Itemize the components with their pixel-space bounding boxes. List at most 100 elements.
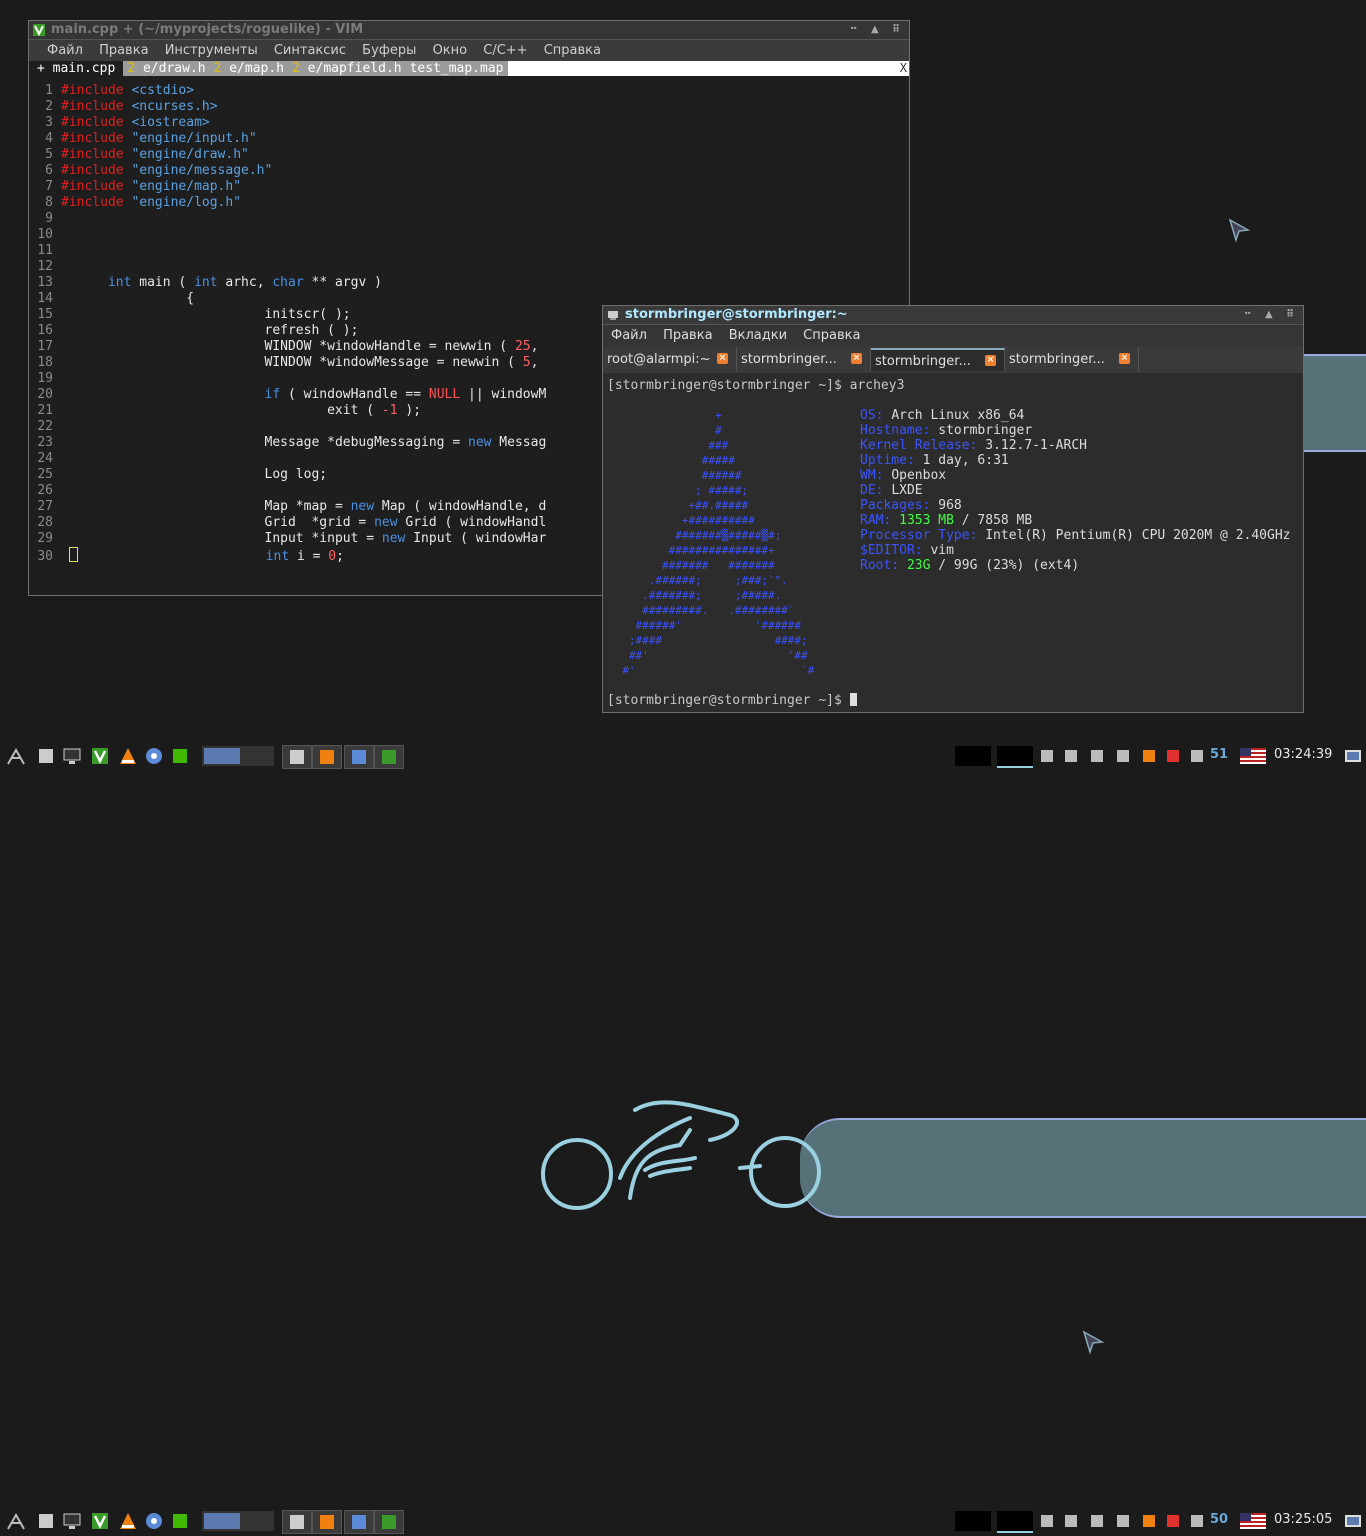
task-terminal-button[interactable] bbox=[282, 745, 312, 769]
volume-icon[interactable] bbox=[1188, 747, 1206, 765]
task-chromium-button[interactable] bbox=[344, 1510, 374, 1534]
menu-edit[interactable]: Правка bbox=[93, 40, 154, 61]
windows-icon[interactable] bbox=[1114, 747, 1132, 765]
us-flag-icon[interactable] bbox=[1240, 1513, 1266, 1529]
qt-creator-icon[interactable] bbox=[170, 746, 190, 766]
terminal-output[interactable]: [stormbringer@stormbringer ~]$ archey3 +… bbox=[603, 376, 1303, 712]
terminal-window[interactable]: stormbringer@stormbringer:~ ⠒ ▲ ⠿ Файл П… bbox=[602, 305, 1304, 713]
terminal-menubar: Файл Правка Вкладки Справка bbox=[603, 325, 1303, 346]
task-vlc-button[interactable] bbox=[312, 1510, 342, 1534]
desktop-pager[interactable] bbox=[202, 1511, 274, 1531]
power-icon[interactable] bbox=[1164, 747, 1182, 765]
terminal-tab-2[interactable]: stormbringer... × bbox=[737, 348, 871, 371]
close-tab-icon[interactable]: × bbox=[1119, 353, 1130, 364]
show-desktop-icon[interactable] bbox=[1344, 747, 1362, 765]
vim-tab-test-map[interactable]: test_map.map bbox=[405, 61, 508, 76]
code-line: 21 exit ( -1 ); bbox=[37, 403, 422, 418]
menu-edit[interactable]: Правка bbox=[657, 325, 718, 346]
network-icon[interactable] bbox=[1038, 1512, 1056, 1530]
archey-info-row: Processor Type: Intel(R) Pentium(R) CPU … bbox=[860, 528, 1291, 543]
menu-file[interactable]: Файл bbox=[605, 325, 653, 346]
mem-monitor bbox=[997, 1511, 1033, 1533]
terminal-tab-4[interactable]: stormbringer... × bbox=[1005, 348, 1139, 371]
show-desktop-icon[interactable] bbox=[1344, 1512, 1362, 1530]
task-vim-button[interactable] bbox=[374, 745, 404, 769]
vim-tab-mapfield-h[interactable]: 2 e/mapfield.h bbox=[288, 61, 406, 76]
qt-creator-icon[interactable] bbox=[170, 1511, 190, 1531]
menu-file[interactable]: Файл bbox=[41, 40, 89, 61]
vim-menubar: Файл Правка Инструменты Синтаксис Буферы… bbox=[29, 40, 909, 61]
windows-icon[interactable] bbox=[1114, 1512, 1132, 1530]
code-line: 22 bbox=[37, 419, 53, 434]
chromium-icon[interactable] bbox=[144, 746, 164, 766]
window-controls[interactable]: ⠒ ▲ ⠿ bbox=[1244, 306, 1299, 324]
arch-ascii-logo: + # ### ##### ###### ; #####; +##.##### … bbox=[622, 409, 815, 677]
power-icon[interactable] bbox=[1164, 1512, 1182, 1530]
taskbar-panel-bottom: 50 03:25:05 bbox=[0, 1507, 1366, 1535]
desktop-icon[interactable] bbox=[62, 1511, 82, 1531]
task-chromium-button[interactable] bbox=[344, 745, 374, 769]
archey-info-row: OS: Arch Linux x86_64 bbox=[860, 408, 1025, 423]
code-line: 3 #include <iostream> bbox=[45, 115, 210, 130]
vim-tab-close-button[interactable]: X bbox=[900, 61, 907, 76]
close-tab-icon[interactable]: × bbox=[851, 353, 862, 364]
file-manager-icon[interactable] bbox=[36, 1511, 56, 1531]
menu-window[interactable]: Окно bbox=[427, 40, 474, 61]
vlc-tray-icon[interactable] bbox=[1140, 1512, 1158, 1530]
clock[interactable]: 03:25:05 bbox=[1274, 1512, 1332, 1527]
code-line: 27 Map *map = new Map ( windowHandle, d bbox=[37, 499, 547, 514]
menu-buffers[interactable]: Буферы bbox=[356, 40, 422, 61]
terminal-tab-3[interactable]: stormbringer... × bbox=[871, 348, 1005, 371]
volume-icon[interactable] bbox=[1188, 1512, 1206, 1530]
text-cursor bbox=[68, 547, 78, 562]
archey-info-row: Kernel Release: 3.12.7-1-ARCH bbox=[860, 438, 1087, 453]
menu-syntax[interactable]: Синтаксис bbox=[268, 40, 352, 61]
vlc-icon[interactable] bbox=[118, 1511, 138, 1531]
code-line: 26 bbox=[37, 483, 53, 498]
lxde-menu-icon[interactable] bbox=[6, 1511, 26, 1531]
menu-tabs[interactable]: Вкладки bbox=[723, 325, 793, 346]
us-flag-icon[interactable] bbox=[1240, 748, 1266, 764]
clipboard-icon[interactable] bbox=[1088, 1512, 1106, 1530]
vim-tab-draw-h[interactable]: 2 e/draw.h bbox=[123, 61, 210, 76]
vlc-tray-icon[interactable] bbox=[1140, 747, 1158, 765]
network-icon[interactable] bbox=[1062, 747, 1080, 765]
terminal-prompt-line: [stormbringer@stormbringer ~]$ bbox=[607, 693, 857, 708]
vim-icon[interactable] bbox=[90, 1511, 110, 1531]
vlc-icon[interactable] bbox=[118, 746, 138, 766]
menu-help[interactable]: Справка bbox=[797, 325, 866, 346]
lxde-menu-icon[interactable] bbox=[6, 746, 26, 766]
task-terminal-button[interactable] bbox=[282, 1510, 312, 1534]
vim-icon[interactable] bbox=[90, 746, 110, 766]
task-vlc-button[interactable] bbox=[312, 745, 342, 769]
vim-tab-main-cpp[interactable]: + main.cpp bbox=[29, 61, 124, 76]
window-controls[interactable]: ⠒ ▲ ⠿ bbox=[850, 21, 905, 39]
menu-help[interactable]: Справка bbox=[538, 40, 607, 61]
vim-code-buffer[interactable]: 1 #include <cstdio> 2 #include <ncurses.h> 3… bbox=[29, 83, 546, 565]
clock[interactable]: 03:24:39 bbox=[1274, 747, 1332, 762]
terminal-titlebar[interactable]: stormbringer@stormbringer:~ ⠒ ▲ ⠿ bbox=[603, 306, 1303, 325]
menu-tools[interactable]: Инструменты bbox=[159, 40, 264, 61]
archey-info-row: Hostname: stormbringer bbox=[860, 423, 1033, 438]
network-icon[interactable] bbox=[1038, 747, 1056, 765]
archey-info-row: Root: 23G / 99G (23%) (ext4) bbox=[860, 558, 1080, 573]
vim-tab-map-h[interactable]: 2 e/map.h bbox=[209, 61, 289, 76]
chromium-icon[interactable] bbox=[144, 1511, 164, 1531]
mouse-cursor-icon bbox=[1228, 218, 1251, 243]
code-line: 17 WINDOW *windowHandle = newwin ( 25, bbox=[37, 339, 539, 354]
menu-cpp[interactable]: C/C++ bbox=[477, 40, 533, 61]
terminal-icon bbox=[608, 311, 618, 320]
close-tab-icon[interactable]: × bbox=[985, 355, 996, 366]
desktop-pager[interactable] bbox=[202, 746, 274, 766]
mem-monitor bbox=[997, 746, 1033, 768]
vim-titlebar[interactable]: main.cpp + (~/myprojects/roguelike) - VI… bbox=[29, 21, 909, 40]
close-tab-icon[interactable]: × bbox=[717, 353, 728, 364]
desktop-icon[interactable] bbox=[62, 746, 82, 766]
terminal-tab-1[interactable]: root@alarmpi:~ × bbox=[603, 348, 737, 371]
network-icon[interactable] bbox=[1062, 1512, 1080, 1530]
clipboard-icon[interactable] bbox=[1088, 747, 1106, 765]
vim-icon bbox=[33, 24, 45, 36]
code-line: 10 bbox=[37, 227, 53, 242]
file-manager-icon[interactable] bbox=[36, 746, 56, 766]
task-vim-button[interactable] bbox=[374, 1510, 404, 1534]
